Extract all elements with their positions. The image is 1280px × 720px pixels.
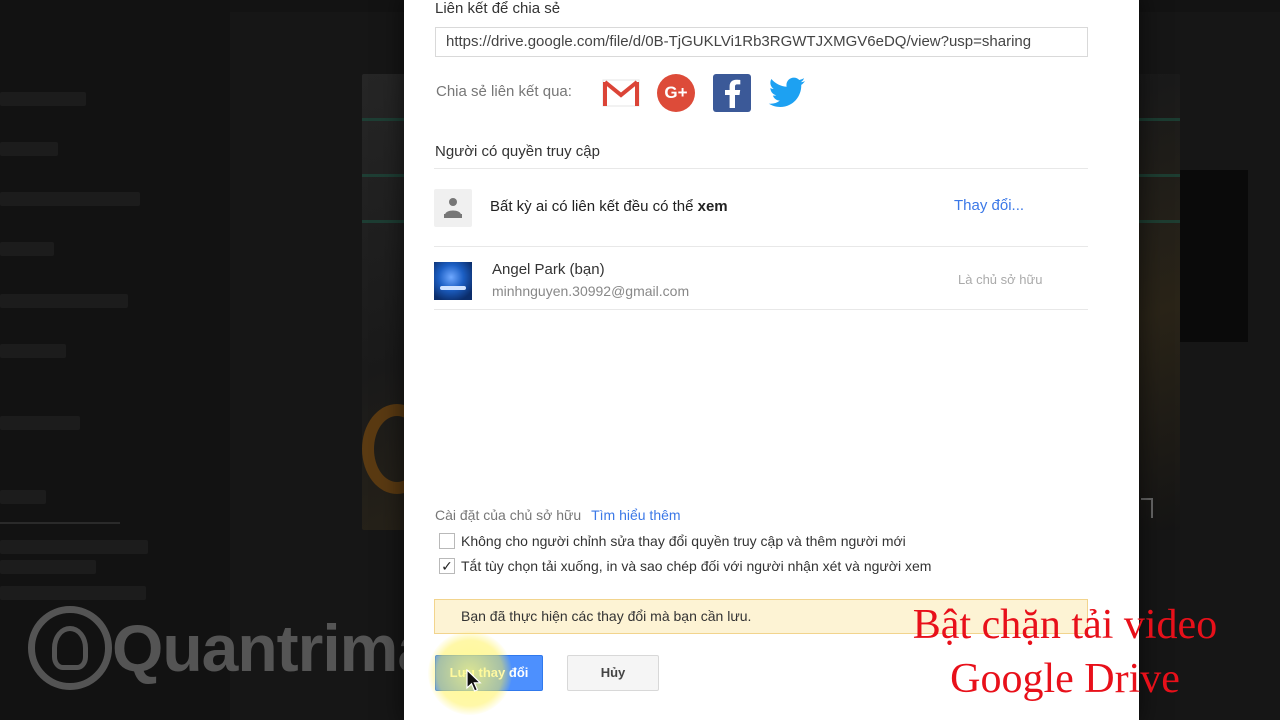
caption-line-2: Google Drive [950,656,1180,702]
caption-line-1: Bật chặn tải video [912,602,1218,648]
save-changes-button[interactable]: Lưu thay đổi [435,655,543,691]
owner-role-label: Là chủ sở hữu [958,272,1043,287]
owner-email: minhnguyen.30992@gmail.com [492,283,690,299]
lightbulb-icon [28,606,112,690]
fullscreen-icon [1141,498,1153,518]
link-access-description: Bất kỳ ai có liên kết đều có thể xem [490,198,728,215]
change-access-link[interactable]: Thay đổi... [954,197,1024,214]
cancel-button[interactable]: Hủy [567,655,659,691]
checkmark-icon: ✓ [441,558,453,574]
share-link-field[interactable]: https://drive.google.com/file/d/0B-TjGUK… [435,27,1088,57]
facebook-icon[interactable] [713,74,751,112]
owner-name: Angel Park (bạn) [492,261,605,278]
watermark-text: Quantrimang [112,611,452,685]
share-via-label: Chia sẻ liên kết qua: [436,83,572,100]
access-text-prefix: Bất kỳ ai có liên kết đều có thể [490,198,694,215]
link-section-title: Liên kết để chia sẻ [435,0,561,17]
twitter-icon[interactable] [768,74,806,112]
person-link-icon [434,189,472,227]
video-caption: Bật chặn tải video Google Drive [880,598,1250,706]
access-level: xem [697,198,728,215]
owner-row: Angel Park (bạn) minhnguyen.30992@gmail.… [434,249,1088,311]
divider [434,309,1088,310]
access-section-title: Người có quyền truy cập [435,143,600,160]
google-plus-glyph: G+ [664,83,688,102]
option-label: Không cho người chỉnh sửa thay đổi quyền… [461,533,906,549]
link-access-row: Bất kỳ ai có liên kết đều có thể xem Tha… [434,177,1088,239]
owner-settings-label: Cài đặt của chủ sở hữu Tìm hiểu thêm [435,507,681,523]
prevent-editors-checkbox[interactable] [439,533,455,549]
watermark-logo: Quantrimang [28,604,452,692]
option-prevent-editors-row[interactable]: Không cho người chỉnh sửa thay đổi quyền… [439,533,906,549]
learn-more-link[interactable]: Tìm hiểu thêm [591,507,680,523]
owner-settings-text: Cài đặt của chủ sở hữu [435,507,582,523]
option-label: Tắt tùy chọn tải xuống, in và sao chép đ… [461,558,932,574]
disable-download-checkbox[interactable]: ✓ [439,558,455,574]
divider [434,168,1088,169]
divider [434,246,1088,247]
google-plus-icon[interactable]: G+ [657,74,695,112]
avatar [434,262,472,300]
option-disable-download-row[interactable]: ✓ Tắt tùy chọn tải xuống, in và sao chép… [439,558,931,574]
background-side-panel [1180,170,1248,342]
gmail-icon[interactable] [602,74,640,112]
